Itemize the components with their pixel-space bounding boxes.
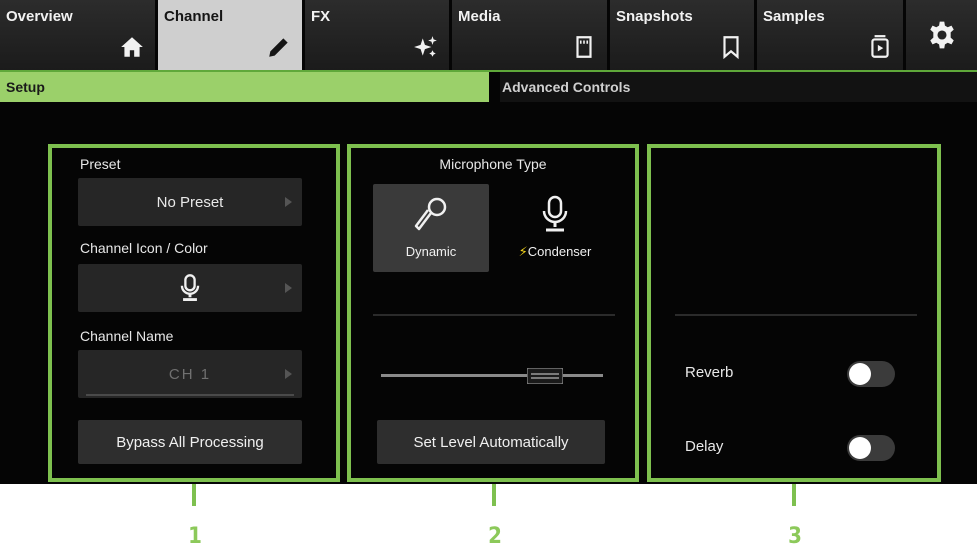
callout-number-3: 3: [788, 524, 802, 549]
condenser-label: Condenser: [527, 244, 592, 259]
dynamic-label: Dynamic: [405, 244, 457, 259]
bypass-all-processing-button[interactable]: Bypass All Processing: [78, 420, 302, 464]
tab-media-label: Media: [458, 8, 501, 25]
channel-icon-color-selector[interactable]: [78, 264, 302, 312]
name-underline: [86, 394, 294, 396]
set-level-automatically-button[interactable]: Set Level Automatically: [377, 420, 605, 464]
channel-icon-color-label: Channel Icon / Color: [80, 240, 208, 256]
gear-icon: [929, 21, 954, 49]
lightning-icon: ⚡: [518, 244, 528, 259]
tab-fx-label: FX: [311, 8, 331, 25]
pencil-icon: [269, 38, 288, 57]
tab-samples-label: Samples: [763, 8, 825, 25]
reverb-toggle-knob: [849, 363, 871, 385]
delay-toggle-knob: [849, 437, 871, 459]
tab-snapshots[interactable]: Snapshots: [610, 0, 757, 70]
chevron-right-icon: [285, 369, 292, 379]
callout-number-1: 1: [188, 524, 202, 549]
callout-line-1: [192, 484, 196, 506]
preset-label: Preset: [80, 156, 121, 172]
microphone-type-label: Microphone Type: [439, 156, 547, 172]
subtab-setup[interactable]: Setup: [0, 72, 489, 102]
preset-selector[interactable]: No Preset: [78, 178, 302, 226]
sub-tab-bar: Setup Advanced Controls: [0, 70, 977, 102]
tab-snapshots-label: Snapshots: [616, 8, 693, 25]
callout-number-2: 2: [488, 524, 502, 549]
bookmark-icon: [723, 36, 739, 60]
tab-samples[interactable]: Samples: [757, 0, 906, 70]
dynamic-mic-button[interactable]: Dynamic: [373, 184, 489, 272]
level-slider-thumb[interactable]: [527, 368, 563, 384]
preset-value: No Preset: [156, 193, 224, 211]
delay-label: Delay: [685, 438, 724, 455]
tab-fx[interactable]: FX: [305, 0, 452, 70]
channel-name-label: Channel Name: [80, 328, 174, 344]
reverb-toggle[interactable]: [847, 361, 895, 387]
panel-microphone: Microphone Type Dynamic ⚡Condenser Set L…: [347, 144, 639, 482]
condenser-label-wrap: ⚡Condenser: [497, 244, 613, 260]
channel-name-field[interactable]: CH 1: [78, 350, 302, 398]
reverb-label: Reverb: [685, 364, 734, 381]
tab-overview[interactable]: Overview: [0, 0, 158, 70]
panel-fx-sends: Reverb Delay: [647, 144, 941, 482]
panel3-divider: [675, 314, 917, 316]
home-icon: [121, 37, 143, 57]
top-tab-bar: Overview Channel FX Media Snapshots Samp…: [0, 0, 977, 70]
chevron-right-icon: [285, 283, 292, 293]
sample-player-icon: [871, 35, 889, 58]
callout-line-2: [492, 484, 496, 506]
sparkle-icon: [414, 36, 437, 57]
panel2-divider: [373, 314, 615, 316]
channel-name-value: CH 1: [168, 365, 212, 383]
tab-media[interactable]: Media: [452, 0, 610, 70]
sd-card-icon: [576, 36, 592, 58]
tab-channel[interactable]: Channel: [158, 0, 305, 70]
dynamic-microphone-icon: [414, 197, 447, 231]
tab-channel-label: Channel: [164, 8, 224, 25]
tab-overview-label: Overview: [6, 8, 73, 25]
condenser-microphone-icon: [542, 195, 568, 232]
tab-settings[interactable]: [906, 0, 977, 70]
level-slider-track[interactable]: [381, 374, 603, 377]
subtab-advanced-controls[interactable]: Advanced Controls: [500, 72, 977, 102]
chevron-right-icon: [285, 197, 292, 207]
callout-line-3: [792, 484, 796, 506]
condenser-mic-button[interactable]: ⚡Condenser: [497, 184, 613, 272]
microphone-icon: [180, 274, 200, 301]
delay-toggle[interactable]: [847, 435, 895, 461]
mixer-screen: Overview Channel FX Media Snapshots Samp…: [0, 0, 977, 484]
panel-channel-setup: Preset No Preset Channel Icon / Color Ch…: [48, 144, 340, 482]
